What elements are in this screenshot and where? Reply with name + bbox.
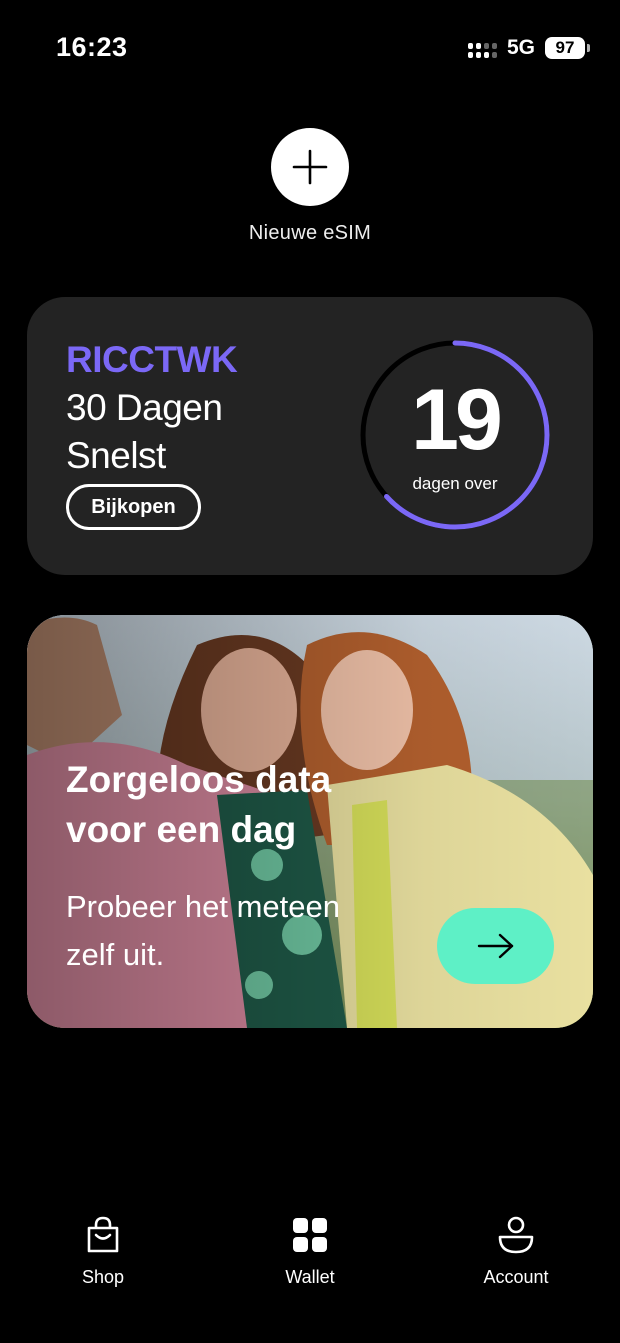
nav-shop[interactable]: Shop <box>43 1215 163 1288</box>
battery-level: 97 <box>545 37 585 59</box>
promo-subtitle: Probeer het meteen zelf uit. <box>66 889 341 972</box>
plus-icon <box>292 149 328 185</box>
status-indicators: 5G 97 <box>467 36 590 60</box>
plan-duration: 30 Dagen <box>66 387 223 428</box>
new-esim-label: Nieuwe eSIM <box>248 222 372 244</box>
plan-card[interactable]: RICCTWK 30 Dagen Snelst Bijkopen 19 dage… <box>27 297 593 575</box>
signal-icon <box>467 38 497 58</box>
nav-account-label: Account <box>483 1267 549 1287</box>
nav-wallet-label: Wallet <box>285 1267 335 1287</box>
promo-title: Zorgeloos data voor een dag <box>66 759 332 850</box>
new-esim-button[interactable] <box>271 128 349 206</box>
shopping-bag-icon <box>87 1216 119 1253</box>
plan-speed: Snelst <box>66 435 166 476</box>
plan-code: RICCTWK <box>66 339 238 380</box>
buy-more-button[interactable]: Bijkopen <box>66 484 201 530</box>
arrow-right-icon <box>477 933 513 959</box>
nav-shop-label: Shop <box>81 1267 125 1287</box>
promo-card[interactable]: Zorgeloos data voor een dag Probeer het … <box>27 615 593 1028</box>
new-esim-section: Nieuwe eSIM <box>0 128 620 245</box>
battery-icon: 97 <box>545 37 590 59</box>
status-time: 16:23 <box>56 32 128 62</box>
nav-account[interactable]: Account <box>456 1215 576 1288</box>
days-left-number: 19 <box>411 372 503 468</box>
account-icon <box>498 1216 534 1254</box>
status-bar: 16:23 5G 97 <box>0 0 620 100</box>
nav-wallet[interactable]: Wallet <box>250 1215 370 1288</box>
network-type: 5G <box>506 36 535 59</box>
bottom-nav: Shop Wallet Account <box>0 1215 620 1305</box>
days-left-label: dagen over <box>412 474 498 493</box>
wallet-grid-icon <box>293 1218 327 1252</box>
promo-arrow-button[interactable] <box>437 908 554 984</box>
